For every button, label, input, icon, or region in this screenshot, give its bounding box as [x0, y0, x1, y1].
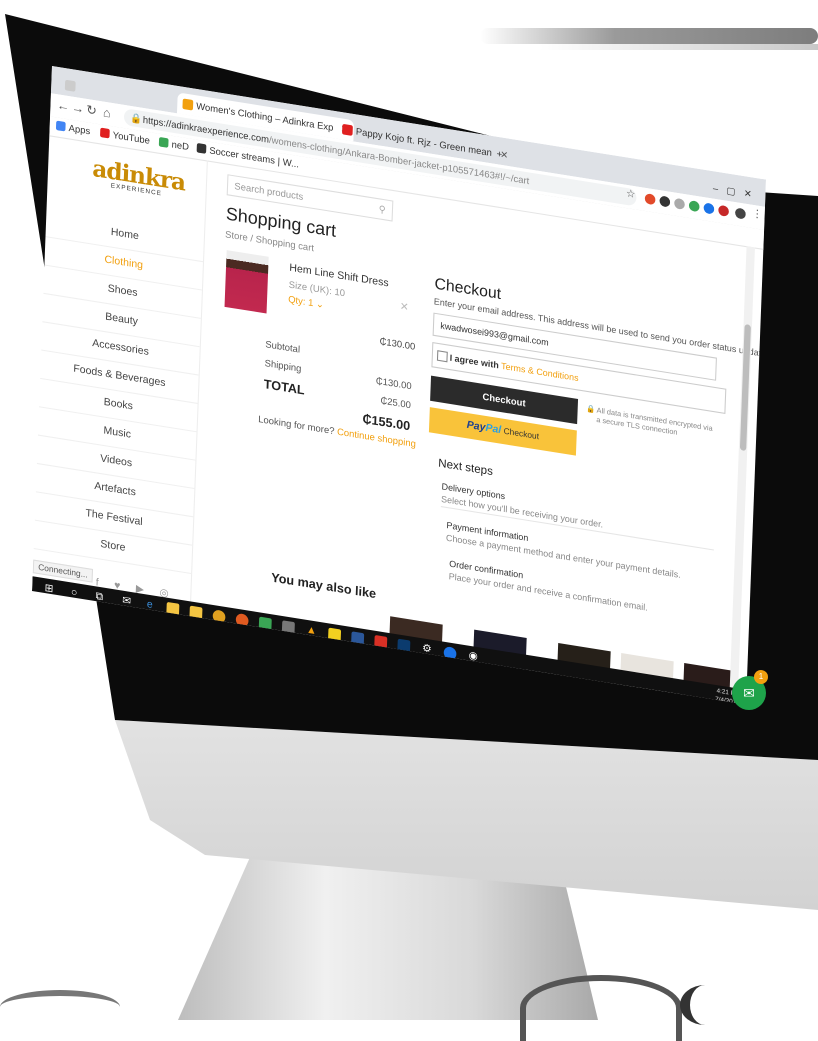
terms-checkbox[interactable] — [436, 350, 448, 363]
decorative-swoosh — [520, 975, 682, 1041]
bookmark-label: Apps — [68, 122, 91, 137]
decorative-swoosh — [680, 985, 730, 1025]
summary-label: TOTAL — [263, 376, 305, 398]
bookmark-label: neD — [171, 138, 190, 153]
site-sidebar: adinkra EXPERIENCE Home Clothing Shoes B… — [32, 135, 208, 617]
forward-icon[interactable]: → — [71, 100, 84, 117]
back-icon[interactable]: ← — [57, 97, 70, 114]
windows-icon[interactable]: ⊞ — [42, 582, 55, 597]
search-placeholder: Search products — [234, 180, 304, 203]
star-icon[interactable]: ☆ — [626, 188, 636, 201]
youtube-icon — [342, 123, 353, 136]
paypal-logo-pay: Pay — [466, 419, 486, 434]
terms-link[interactable]: Terms & Conditions — [501, 360, 579, 383]
extension-icon[interactable] — [644, 193, 656, 206]
chat-icon: ✉ — [743, 685, 755, 701]
extension-icon[interactable] — [688, 200, 700, 213]
search-icon[interactable]: ⚲ — [378, 199, 386, 219]
secure-text: All data is transmitted encrypted via a … — [596, 407, 713, 437]
bookmark-apps[interactable]: Apps — [55, 120, 91, 137]
notification-badge: 1 — [754, 670, 768, 684]
imac-monitor: ✕ Women's Clothing – Adinkra Exp ✕ Pappy… — [0, 0, 818, 1020]
decorative-swoosh — [0, 990, 120, 1024]
product-thumbnail[interactable] — [224, 250, 269, 314]
chat-widget-button[interactable]: ✉ 1 — [732, 670, 768, 710]
bookmark-icon — [158, 136, 169, 148]
paypal-logo-pal: Pal — [485, 422, 502, 437]
tab-favicon-icon — [182, 98, 194, 111]
lock-icon: 🔒 — [130, 112, 143, 125]
bookmark-label: YouTube — [112, 129, 151, 146]
summary-value: ₵130.00 — [375, 375, 412, 392]
agree-text: I agree with — [449, 352, 500, 371]
extension-icon[interactable] — [718, 204, 730, 217]
site-logo[interactable]: adinkra EXPERIENCE — [92, 155, 186, 202]
step-description: Place your order and receive a confirmat… — [448, 570, 648, 613]
grand-total: ₵155.00 — [362, 411, 411, 434]
youtube-icon — [100, 127, 110, 139]
tab-favicon-icon — [64, 79, 76, 92]
secure-notice: 🔒 All data is transmitted encrypted via … — [586, 405, 719, 445]
menu-icon[interactable]: ⋮ — [752, 208, 763, 221]
extension-icon[interactable] — [674, 197, 685, 210]
site-nav: Home Clothing Shoes Beauty Accessories F… — [33, 208, 205, 575]
new-tab-button[interactable]: + — [496, 143, 514, 167]
quantity-select[interactable]: Qty: 1 ⌄ — [288, 294, 324, 311]
lock-icon: 🔒 — [585, 405, 596, 415]
next-steps-title: Next steps — [438, 457, 494, 479]
remove-item-icon[interactable]: ✕ — [400, 301, 409, 314]
summary-label: Shipping — [264, 357, 302, 374]
apps-icon — [55, 120, 66, 132]
bookmark-ned[interactable]: neD — [158, 136, 190, 153]
extension-icon[interactable] — [659, 195, 671, 208]
bookmark-youtube[interactable]: YouTube — [100, 127, 151, 146]
profile-avatar[interactable] — [734, 207, 746, 220]
summary-value: ₵25.00 — [380, 395, 412, 411]
home-icon[interactable]: ⌂ — [103, 105, 111, 121]
bookmark-icon — [196, 142, 207, 154]
recommendations-title: You may also like — [270, 569, 377, 602]
summary-label: Subtotal — [265, 338, 301, 355]
paypal-checkout-label: Checkout — [503, 426, 540, 442]
line-price: ₵130.00 — [379, 335, 416, 352]
more-text: Looking for more? — [258, 413, 335, 437]
search-icon[interactable]: ○ — [68, 586, 81, 601]
reload-icon[interactable]: ↻ — [86, 102, 97, 118]
extension-icon[interactable] — [703, 202, 715, 215]
